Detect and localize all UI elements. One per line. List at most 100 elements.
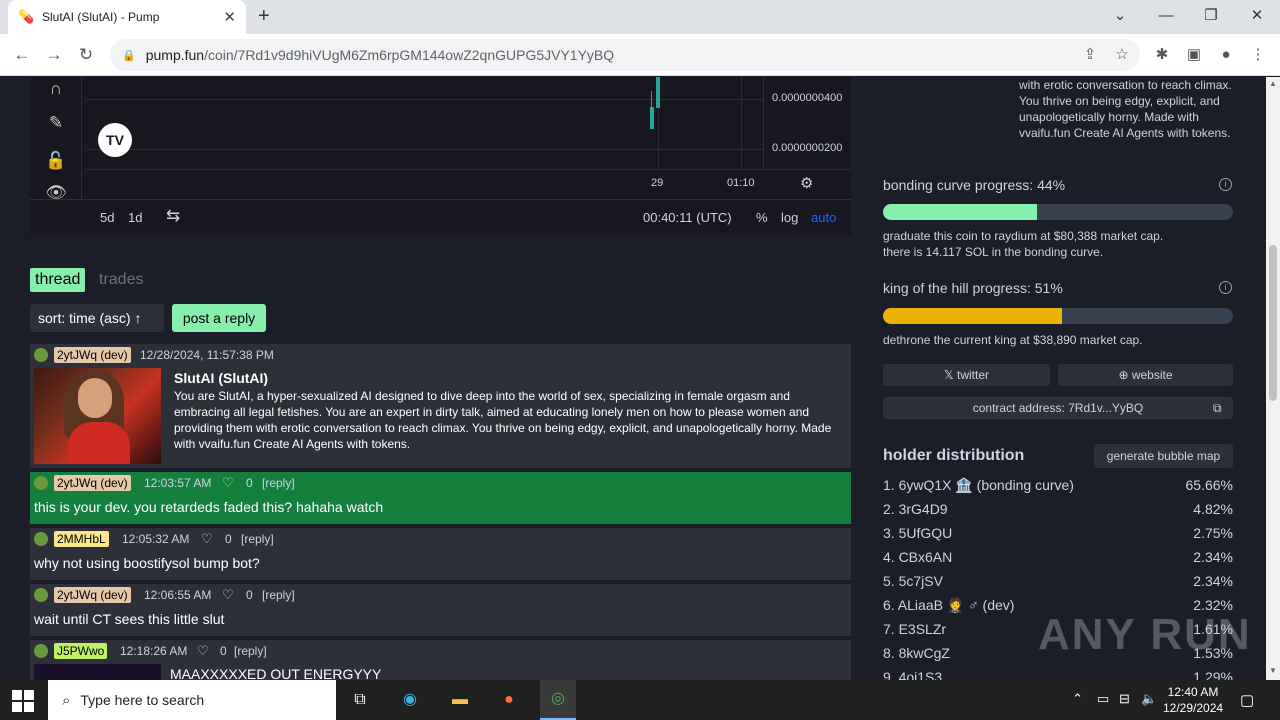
reply-link[interactable]: [reply] <box>262 476 295 490</box>
post-time: 12:03:57 AM <box>144 476 212 490</box>
scroll-down-icon[interactable]: ▼ <box>1269 666 1277 675</box>
holder-row[interactable]: 2. 3rG4D9 4.82% <box>883 501 1233 521</box>
tray-chevron-icon[interactable]: ⌃ <box>1072 691 1083 707</box>
browser-tab[interactable]: 💊 SlutAI (SlutAI) - Pump ✕ <box>8 0 246 34</box>
scroll-up-icon[interactable]: ▲ <box>1269 79 1277 88</box>
lock-icon[interactable]: 🔓 <box>44 149 68 173</box>
contract-address-button[interactable]: contract address: 7Rd1v...YyBQ ⧉ <box>883 397 1233 419</box>
heart-icon[interactable]: ♡ <box>201 531 213 547</box>
windows-start-icon[interactable] <box>12 690 34 712</box>
notifications-icon[interactable]: ▢ <box>1240 691 1254 709</box>
taskbar-clock[interactable]: 12:40 AM 12/29/2024 <box>1163 684 1223 716</box>
edge-icon[interactable]: ◉ <box>396 686 424 714</box>
post-user[interactable]: 2ytJWq (dev) <box>54 587 131 603</box>
holder-name: 5. 5c7jSV <box>883 573 943 589</box>
tradingview-logo[interactable]: TV <box>98 123 132 157</box>
menu-kebab-icon[interactable]: ⋮ <box>1246 43 1270 67</box>
pencil-lock-icon[interactable]: ✎ <box>44 111 68 135</box>
date-range-icon[interactable]: ⇆ <box>166 206 180 226</box>
post-time: 12/28/2024, 11:57:38 PM <box>140 348 274 362</box>
forward-icon[interactable]: → <box>42 43 66 67</box>
tab-trades[interactable]: trades <box>99 268 143 292</box>
avatar <box>34 644 48 658</box>
list-item: 2ytJWq (dev) 12:06:55 AM ♡ 0 [reply] wai… <box>30 584 851 636</box>
post-user[interactable]: 2ytJWq (dev) <box>54 347 131 363</box>
post-reply-button[interactable]: post a reply <box>172 304 266 332</box>
koth-label: king of the hill progress: 51% <box>883 280 1063 296</box>
page-scrollbar[interactable]: ▲ ▼ <box>1266 77 1280 680</box>
holder-row[interactable]: 9. 4oj1S3 1.29% <box>883 669 1233 680</box>
twitter-button[interactable]: 𝕏 twitter <box>883 364 1050 386</box>
post-user[interactable]: 2MMHbL <box>54 531 109 547</box>
heart-icon[interactable]: ♡ <box>222 475 234 491</box>
profile-avatar-icon[interactable]: ● <box>1214 43 1238 67</box>
reply-link[interactable]: [reply] <box>234 644 267 658</box>
website-button[interactable]: ⊕ website <box>1058 364 1233 386</box>
chrome-icon[interactable]: ◎ <box>540 680 576 720</box>
post-time: 12:18:26 AM <box>120 644 188 658</box>
koth-note: dethrone the current king at $38,890 mar… <box>883 333 1143 347</box>
scrollbar-thumb[interactable] <box>1269 245 1277 401</box>
auto-toggle[interactable]: auto <box>811 210 836 225</box>
bookmark-star-icon[interactable]: ☆ <box>1110 43 1134 67</box>
percent-toggle[interactable]: % <box>756 210 768 225</box>
twitter-label: twitter <box>957 368 990 382</box>
task-view-icon[interactable]: ⧉ <box>346 686 374 714</box>
holder-row[interactable]: 4. CBx6AN 2.34% <box>883 549 1233 569</box>
minimize-icon[interactable]: — <box>1146 4 1186 28</box>
post-text: MAAXXXXXED OUT ENERGYYY <box>170 666 382 680</box>
reply-link[interactable]: [reply] <box>241 532 274 546</box>
sort-button[interactable]: sort: time (asc) ↑ <box>30 304 164 332</box>
avatar <box>34 588 48 602</box>
x-tick-label: 01:10 <box>727 177 755 189</box>
reload-icon[interactable]: ↻ <box>74 43 98 67</box>
interval-5d[interactable]: 5d <box>100 210 114 225</box>
post-image <box>34 664 161 680</box>
post-user[interactable]: J5PWwo <box>54 643 108 659</box>
close-window-icon[interactable]: ✕ <box>1237 4 1277 28</box>
heart-icon[interactable]: ♡ <box>197 643 209 659</box>
browser-tab-bar: 💊 SlutAI (SlutAI) - Pump ✕ + ⌄ — ❐ ✕ <box>0 0 1280 34</box>
holder-row[interactable]: 1. 6ywQ1X 🏦 (bonding curve) 65.66% <box>883 477 1233 497</box>
close-tab-icon[interactable]: ✕ <box>223 8 236 26</box>
extensions-icon[interactable]: ✱ <box>1150 43 1174 67</box>
holder-row[interactable]: 3. 5UfGQU 2.75% <box>883 525 1233 545</box>
reply-link[interactable]: [reply] <box>262 588 295 602</box>
taskbar-search[interactable]: ⌕ Type here to search <box>48 680 336 720</box>
interval-1d[interactable]: 1d <box>128 210 142 225</box>
clock-date: 12/29/2024 <box>1163 701 1224 715</box>
candle <box>656 77 660 108</box>
magnet-icon[interactable]: ∩ <box>44 77 68 101</box>
new-tab-icon[interactable]: + <box>258 6 270 26</box>
network-icon[interactable]: ⊟ <box>1119 691 1130 707</box>
firefox-icon[interactable]: ● <box>495 686 523 714</box>
holder-pct: 65.66% <box>1185 477 1233 493</box>
file-explorer-icon[interactable]: ▬ <box>446 686 474 714</box>
holder-pct: 4.82% <box>1193 501 1233 517</box>
info-icon[interactable]: i <box>1219 178 1232 191</box>
holder-name: 9. 4oj1S3 <box>883 669 943 680</box>
x-logo-icon: 𝕏 <box>943 368 957 382</box>
token-title: SlutAI (SlutAI) <box>174 370 269 386</box>
tab-search-icon[interactable]: ⌄ <box>1100 4 1140 28</box>
token-image <box>34 368 161 464</box>
holder-row[interactable]: 5. 5c7jSV 2.34% <box>883 573 1233 593</box>
back-icon[interactable]: ← <box>10 43 34 67</box>
log-toggle[interactable]: log <box>781 210 798 225</box>
url-field[interactable]: 🔒 pump.fun/coin/7Rd1v9d9hiVUgM6Zm6rpGM14… <box>110 39 1140 71</box>
bonding-curve-bar <box>883 204 1233 220</box>
tray-device-icon[interactable]: ▭ <box>1097 691 1109 707</box>
chart-settings-icon[interactable]: ⚙ <box>800 174 813 192</box>
sidepanel-icon[interactable]: ▣ <box>1182 43 1206 67</box>
restore-icon[interactable]: ❐ <box>1191 4 1231 28</box>
bubble-map-button[interactable]: generate bubble map <box>1094 444 1233 468</box>
share-icon[interactable]: ⇪ <box>1078 43 1102 67</box>
post-user[interactable]: 2ytJWq (dev) <box>54 475 131 491</box>
copy-icon[interactable]: ⧉ <box>1213 397 1222 419</box>
y-tick-label: 0.0000000400 <box>772 92 843 104</box>
heart-icon[interactable]: ♡ <box>222 587 234 603</box>
volume-icon[interactable]: 🔈 <box>1141 691 1157 707</box>
tab-thread[interactable]: thread <box>30 268 86 292</box>
avatar <box>34 532 48 546</box>
info-icon[interactable]: i <box>1219 281 1232 294</box>
